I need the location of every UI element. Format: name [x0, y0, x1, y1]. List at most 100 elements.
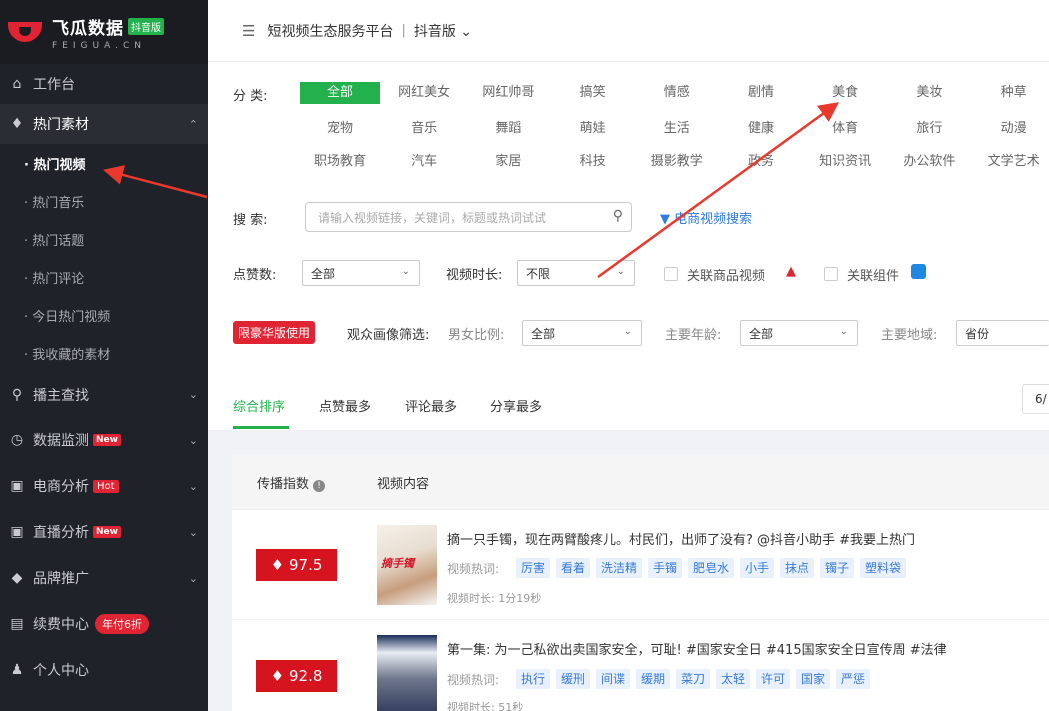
- region-value: 省份: [965, 326, 990, 341]
- gender-select[interactable]: 全部 ⌄: [522, 320, 642, 346]
- hot-word-chip[interactable]: 手镯: [648, 558, 683, 578]
- sidebar-sub-favorites[interactable]: · 我收藏的素材: [0, 334, 208, 372]
- sidebar-item-workbench[interactable]: ⌂ 工作台: [0, 64, 208, 104]
- category-item[interactable]: 情感: [637, 82, 717, 104]
- hot-word-chip[interactable]: 看着: [556, 558, 591, 578]
- hot-word-chip[interactable]: 间谍: [596, 669, 631, 689]
- sidebar-item-label: 数据监测: [33, 433, 89, 449]
- sidebar-sub-hot-topic[interactable]: · 热门话题: [0, 220, 208, 258]
- hot-word-chip[interactable]: 厉害: [516, 558, 551, 578]
- category-item[interactable]: 萌娃: [553, 118, 633, 140]
- video-thumbnail[interactable]: 摘手镯: [377, 525, 437, 605]
- category-item[interactable]: 宠物: [300, 118, 380, 140]
- tab-most-comments[interactable]: 评论最多: [405, 396, 457, 415]
- hot-word-chip[interactable]: 菜刀: [676, 669, 711, 689]
- hot-word-chip[interactable]: 国家: [796, 669, 831, 689]
- brand-logo[interactable]: 飞瓜数据 抖音版 FEIGUA.CN: [0, 0, 208, 64]
- table-row[interactable]: ♦ 97.5 摘手镯 摘一只手镯，现在两臂酸疼儿。村民们，出师了没有? @抖音小助…: [232, 510, 1049, 620]
- hot-word-chip[interactable]: 执行: [516, 669, 551, 689]
- category-item[interactable]: 音乐: [384, 118, 464, 140]
- sidebar-sub-hot-music[interactable]: · 热门音乐: [0, 182, 208, 220]
- sidebar-item-data-monitor[interactable]: ◷ 数据监测 New ⌄: [0, 417, 208, 463]
- category-item[interactable]: 美食: [805, 82, 885, 104]
- tab-overall[interactable]: 综合排序: [233, 396, 285, 415]
- hot-word-chip[interactable]: 小手: [740, 558, 775, 578]
- sidebar-sub-today-hot-video[interactable]: · 今日热门视频: [0, 296, 208, 334]
- hot-word-chip[interactable]: 太轻: [716, 669, 751, 689]
- duration-select[interactable]: 不限 ⌄: [517, 260, 635, 286]
- sidebar-sub-hot-video[interactable]: · 热门视频: [0, 144, 208, 182]
- category-item[interactable]: 家居: [468, 151, 548, 173]
- hot-word-chip[interactable]: 洗洁精: [596, 558, 643, 578]
- flame-icon: ♦: [270, 556, 285, 574]
- sidebar-item-ecommerce[interactable]: ▣ 电商分析 Hot ⌄: [0, 463, 208, 509]
- category-item[interactable]: 旅行: [889, 118, 969, 140]
- category-item[interactable]: 动漫: [974, 118, 1049, 140]
- sidebar-item-label: 电商分析: [33, 479, 89, 495]
- region-select[interactable]: 省份: [956, 320, 1049, 346]
- hot-word-chip[interactable]: 缓刑: [556, 669, 591, 689]
- category-item[interactable]: 网红帅哥: [468, 82, 548, 104]
- hot-word-chip[interactable]: 肥皂水: [688, 558, 735, 578]
- category-item[interactable]: 体育: [805, 118, 885, 140]
- page-size-select[interactable]: 6/: [1022, 384, 1049, 414]
- category-item[interactable]: 种草: [974, 82, 1049, 104]
- category-item[interactable]: 美妆: [889, 82, 969, 104]
- chevron-down-icon: ⌄: [616, 266, 625, 277]
- sidebar-item-hot-material[interactable]: ♦ 热门素材 ⌃: [0, 104, 208, 144]
- category-item[interactable]: 生活: [637, 118, 717, 140]
- sidebar-item-personal[interactable]: ♟ 个人中心: [0, 647, 208, 693]
- sidebar-sub-hot-comment[interactable]: · 热门评论: [0, 258, 208, 296]
- category-item[interactable]: 摄影教学: [637, 151, 717, 173]
- tab-most-shares[interactable]: 分享最多: [490, 396, 542, 415]
- sidebar-item-brand-promo[interactable]: ◆ 品牌推广 ⌄: [0, 555, 208, 601]
- search-icon[interactable]: ⚲: [613, 208, 623, 224]
- header-separator: |: [401, 23, 406, 38]
- sidebar-item-streamer-search[interactable]: ⚲ 播主查找 ⌄: [0, 372, 208, 417]
- likes-select[interactable]: 全部 ⌄: [302, 260, 420, 286]
- table-row[interactable]: ♦ 92.8 第一集: 为一己私欲出卖国家安全，可耻! #国家安全日 #415国家…: [232, 621, 1049, 711]
- video-title[interactable]: 第一集: 为一己私欲出卖国家安全，可耻! #国家安全日 #415国家安全日宣传周…: [447, 639, 947, 658]
- video-title[interactable]: 摘一只手镯，现在两臂酸疼儿。村民们，出师了没有? @抖音小助手 #我要上热门: [447, 529, 915, 548]
- hot-word-chip[interactable]: 抹点: [780, 558, 815, 578]
- category-item[interactable]: 网红美女: [384, 82, 464, 104]
- related-goods-checkbox[interactable]: [664, 267, 678, 281]
- version-switch[interactable]: 抖音版 ⌄: [414, 21, 472, 41]
- category-item[interactable]: 办公软件: [889, 151, 969, 173]
- category-item[interactable]: 搞笑: [553, 82, 633, 104]
- menu-toggle-icon[interactable]: ☰: [242, 22, 255, 40]
- sidebar-item-label: 热门素材: [33, 117, 89, 133]
- sidebar-item-live-analysis[interactable]: ▣ 直播分析 New ⌄: [0, 509, 208, 555]
- spread-score: ♦ 97.5: [256, 549, 337, 581]
- thumbnail-caption: 摘手镯: [381, 557, 414, 570]
- category-item[interactable]: 科技: [553, 151, 633, 173]
- hot-word-chip[interactable]: 缓期: [636, 669, 671, 689]
- likes-value: 全部: [311, 266, 336, 281]
- list-header: 传播指数! 视频内容: [232, 455, 1049, 510]
- hot-word-chip[interactable]: 许可: [756, 669, 791, 689]
- hot-word-chip[interactable]: 严惩: [836, 669, 871, 689]
- age-select[interactable]: 全部 ⌄: [740, 320, 858, 346]
- version-label: 抖音版: [413, 23, 456, 40]
- category-item[interactable]: 全部: [300, 82, 380, 104]
- sidebar-item-renewal[interactable]: ▤ 续费中心 年付6折: [0, 601, 208, 647]
- hot-badge: Hot: [93, 479, 119, 493]
- search-input[interactable]: 请输入视频链接，关键词，标题或热词试试 ⚲: [305, 202, 632, 232]
- video-thumbnail[interactable]: [377, 635, 437, 711]
- hot-word-chip[interactable]: 塑料袋: [860, 558, 907, 578]
- ecom-video-search-link[interactable]: ▼ 电商视频搜索: [660, 208, 752, 227]
- info-icon[interactable]: !: [313, 479, 326, 492]
- category-item[interactable]: 健康: [721, 118, 801, 140]
- category-item[interactable]: 汽车: [384, 151, 464, 173]
- category-item[interactable]: 文学艺术: [974, 151, 1049, 173]
- tab-most-likes[interactable]: 点赞最多: [319, 396, 371, 415]
- hot-word-chip[interactable]: 镯子: [820, 558, 855, 578]
- category-item[interactable]: 舞蹈: [468, 118, 548, 140]
- category-item[interactable]: 知识资讯: [805, 151, 885, 173]
- category-item[interactable]: 剧情: [721, 82, 801, 104]
- category-item[interactable]: 职场教育: [300, 151, 380, 173]
- hot-words-label: 视频热词:: [447, 673, 500, 687]
- audience-label: 观众画像筛选:: [347, 328, 430, 343]
- category-item[interactable]: 政务: [721, 151, 801, 173]
- related-component-checkbox[interactable]: [824, 267, 838, 281]
